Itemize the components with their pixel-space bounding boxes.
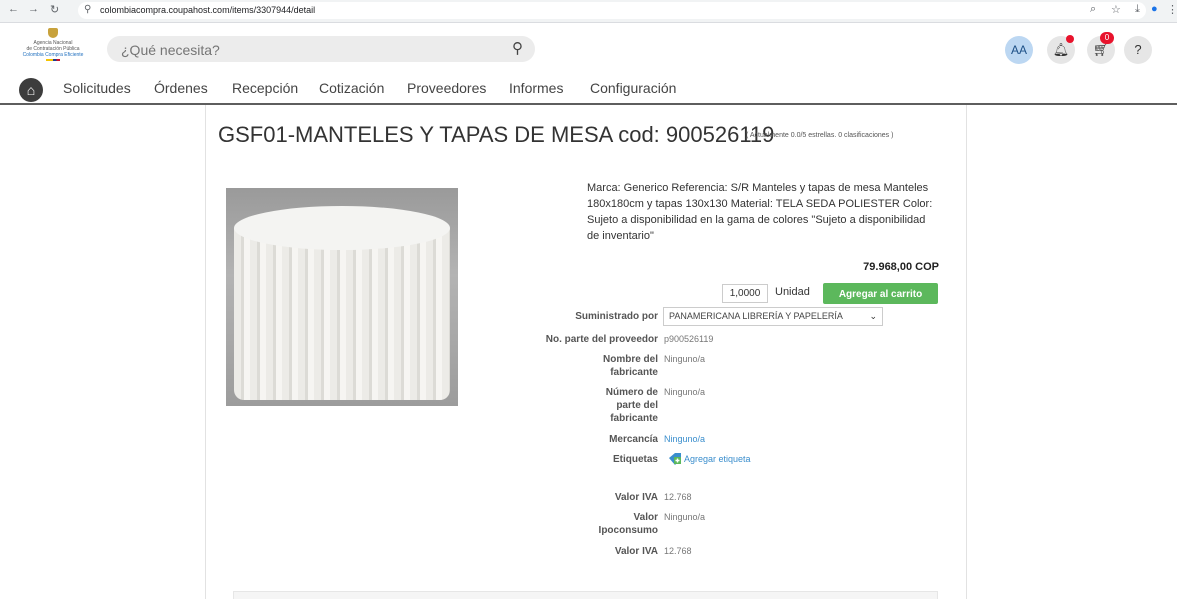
supplier-part-label: No. parte del proveedor [545,334,658,345]
add-tag-link[interactable]: Agregar etiqueta [684,453,751,466]
nav-informes[interactable]: Informes [509,80,563,96]
notification-dot [1066,35,1074,43]
cart-count-badge: 0 [1100,32,1114,44]
tag-add-icon[interactable] [668,452,682,466]
coat-of-arms-icon [48,28,58,38]
nav-configuracion[interactable]: Configuración [590,80,676,96]
nav-recepcion[interactable]: Recepción [232,80,298,96]
browser-menu-icon[interactable]: ⋮ [1167,3,1177,16]
ipoconsumo-value: Ninguno/a [664,512,706,522]
zoom-icon[interactable]: ⌕ [1090,3,1096,16]
bookmark-star-icon[interactable]: ☆ [1111,3,1121,16]
nav-solicitudes[interactable]: Solicitudes [63,80,131,96]
search-icon[interactable]: ⚲ [512,39,523,57]
address-bar[interactable]: ⚲ colombiacompra.coupahost.com/items/330… [78,2,1146,19]
flag-stripe [46,59,60,61]
forward-icon[interactable]: → [28,3,39,15]
commodity-label: Mercancía [609,434,658,445]
unit-label: Unidad [775,286,810,298]
agency-logo[interactable]: Agencia Nacional de Contratación Pública… [13,28,93,64]
comments-section-edge [233,591,938,599]
ipoconsumo-label-line1: Valor [633,512,658,523]
iva-label-2: Valor IVA [614,546,658,557]
manufacturer-label-line1: Nombre del [602,354,658,365]
search-input[interactable] [119,39,483,61]
site-info-icon[interactable]: ⚲ [84,4,91,15]
ipoconsumo-label-line2: Ipoconsumo [598,525,658,536]
profile-icon[interactable]: ● [1151,3,1158,15]
download-icon[interactable]: ⤓ [1135,3,1140,16]
tabletop [234,206,450,250]
product-image[interactable] [226,188,458,406]
home-icon[interactable]: ⌂ [19,78,43,102]
iva-label: Valor IVA [614,492,658,503]
manufacturer-value: Ninguno/a [664,354,706,364]
logo-line-3: Colombia Compra Eficiente [22,52,84,58]
nav-proveedores[interactable]: Proveedores [407,80,486,96]
mfr-part-label-line2: parte del [616,400,658,411]
product-description: Marca: Generico Referencia: S/R Manteles… [587,182,933,242]
reload-icon[interactable]: ↻ [50,3,59,16]
supplier-part-value: p900526119 [664,334,714,344]
chevron-down-icon: ⌄ [869,311,877,321]
tablecloth-drape [234,228,450,400]
help-button[interactable]: ? [1124,36,1152,64]
rating-text: ( Actualmente 0.0/5 estrellas. 0 clasifi… [746,132,894,139]
mfr-part-label-line1: Número de [605,387,658,398]
iva-value-2: 12.768 [664,546,692,556]
product-price: 79.968,00 COP [863,261,939,273]
page-title: GSF01-MANTELES Y TAPAS DE MESA cod: 9005… [218,122,775,147]
mfr-part-value: Ninguno/a [664,387,706,397]
nav-cotizacion[interactable]: Cotización [319,80,384,96]
browser-toolbar: ← → ↻ ⚲ colombiacompra.coupahost.com/ite… [0,0,1177,23]
iva-value: 12.768 [664,492,692,502]
commodity-link[interactable]: Ninguno/a [664,433,705,446]
supplier-select[interactable]: PANAMERICANA LIBRERÍA Y PAPELERÍA ⌄ [663,307,883,326]
tags-label: Etiquetas [612,454,658,465]
supplier-label: Suministrado por [575,311,658,322]
avatar[interactable]: AA [1005,36,1033,64]
quantity-input[interactable] [722,284,768,303]
url-text: colombiacompra.coupahost.com/items/33079… [100,5,316,15]
nav-ordenes[interactable]: Órdenes [154,80,208,96]
manufacturer-label-line2: fabricante [610,367,658,378]
mfr-part-label-line3: fabricante [610,413,658,424]
add-to-cart-button[interactable]: Agregar al carrito [823,283,938,304]
search-box: ⚲ [107,36,535,62]
back-icon[interactable]: ← [8,3,19,15]
supplier-selected-value: PANAMERICANA LIBRERÍA Y PAPELERÍA [669,311,843,321]
